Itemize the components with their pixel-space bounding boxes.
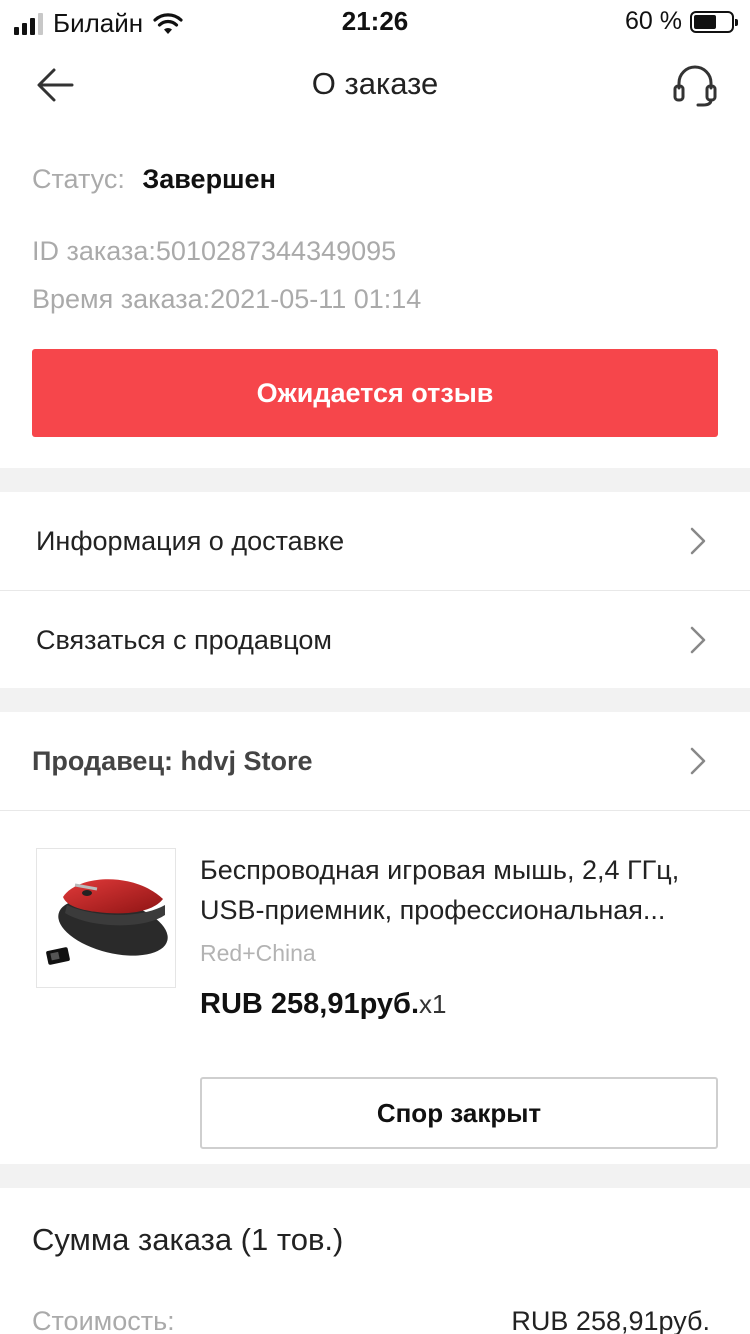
- section-gap: [0, 468, 750, 492]
- chevron-right-icon: [690, 527, 706, 555]
- product-variant: Red+China: [200, 940, 316, 966]
- battery-percent: 60 %: [625, 7, 682, 35]
- battery-fill: [694, 14, 716, 29]
- divider: [0, 810, 750, 811]
- order-status: Статус: Завершен: [32, 164, 276, 195]
- status-bar-right: 60 %: [625, 7, 738, 36]
- awaiting-review-button[interactable]: Ожидается отзыв: [32, 349, 718, 437]
- product-title-line1: Беспроводная игровая мышь, 2,4 ГГц,: [200, 855, 680, 885]
- contact-seller-row[interactable]: Связаться с продавцом: [0, 591, 750, 689]
- delivery-info-row[interactable]: Информация о доставке: [0, 492, 750, 590]
- order-info-section: Статус: Завершен ID заказа:5010287344349…: [0, 128, 750, 468]
- product-price: RUB 258,91руб.: [200, 988, 420, 1020]
- chevron-right-icon: [690, 747, 706, 775]
- product-title[interactable]: Беспроводная игровая мышь, 2,4 ГГц, USB-…: [200, 850, 730, 930]
- product-price-line: RUB 258,91руб.x1: [200, 988, 446, 1021]
- cost-label: Стоимость:: [32, 1306, 175, 1334]
- battery-nub: [735, 18, 738, 26]
- page-title: О заказе: [311, 66, 439, 101]
- navigation-header: О заказе: [0, 42, 750, 128]
- product-title-line2: USB-приемник, профессиональная...: [200, 895, 666, 925]
- mouse-product-image: [46, 879, 168, 965]
- section-gap: [0, 1164, 750, 1188]
- back-button[interactable]: [30, 62, 80, 108]
- order-time: Время заказа:2021-05-11 01:14: [32, 284, 422, 314]
- order-id: ID заказа:5010287344349095: [32, 236, 397, 266]
- status-bar: Билайн 21:26 60 %: [0, 0, 750, 42]
- summary-title: Сумма заказа (1 тов.): [32, 1222, 344, 1257]
- contact-seller-label: Связаться с продавцом: [36, 625, 332, 655]
- section-gap: [0, 688, 750, 712]
- status-value: Завершен: [142, 164, 276, 194]
- headset-icon: [673, 65, 717, 107]
- dispute-closed-button[interactable]: Спор закрыт: [200, 1077, 718, 1149]
- seller-name: Продавец: hdvj Store: [32, 746, 313, 776]
- order-summary-section: Сумма заказа (1 тов.) Стоимость: RUB 258…: [0, 1188, 750, 1334]
- chevron-right-icon: [690, 626, 706, 654]
- product-quantity: x1: [419, 989, 447, 1019]
- arrow-left-icon: [37, 68, 74, 102]
- product-image[interactable]: [36, 848, 176, 988]
- product-item: Беспроводная игровая мышь, 2,4 ГГц, USB-…: [0, 812, 750, 1162]
- status-label: Статус:: [32, 164, 125, 194]
- seller-row[interactable]: Продавец: hdvj Store: [0, 712, 750, 810]
- battery-icon: [690, 10, 738, 33]
- delivery-info-label: Информация о доставке: [36, 526, 345, 556]
- support-button[interactable]: [670, 62, 720, 108]
- cost-value: RUB 258,91руб.: [511, 1306, 710, 1334]
